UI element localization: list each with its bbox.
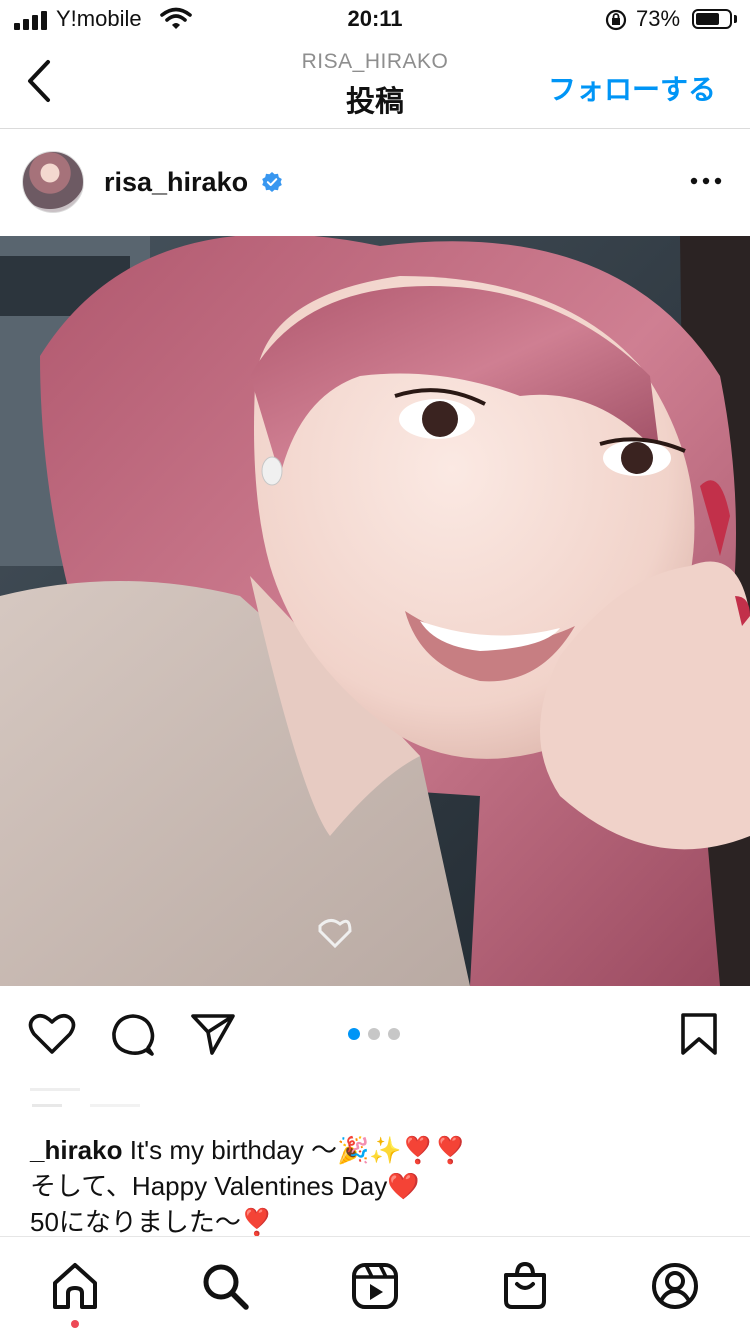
more-horizontal-icon[interactable] (690, 176, 722, 186)
avatar[interactable] (22, 151, 84, 213)
battery-icon (692, 9, 732, 29)
profile-icon[interactable] (650, 1261, 700, 1311)
post-caption: _hirako It's my birthday 〜🎉✨❣️❣️ そして、Hap… (30, 1132, 730, 1240)
post-author-row: risa_hirako (0, 129, 750, 235)
post-photo-illustration (0, 236, 750, 986)
author-username[interactable]: risa_hirako (104, 167, 248, 198)
search-icon[interactable] (200, 1261, 250, 1311)
caption-username[interactable]: _hirako (30, 1135, 123, 1165)
carousel-indicator (348, 1028, 400, 1040)
bottom-tab-bar (0, 1236, 750, 1335)
notification-dot (71, 1320, 79, 1328)
post-header-bar: RISA_HIRAKO 投稿 フォローする (0, 40, 750, 129)
status-bar: Y!mobile 20:11 73% (0, 0, 750, 40)
comment-icon[interactable] (110, 1012, 156, 1058)
battery-percent: 73% (636, 6, 681, 31)
carousel-dot (368, 1028, 380, 1040)
carousel-dot (348, 1028, 360, 1040)
likes-line-obscured (30, 1088, 140, 1107)
heart-icon[interactable] (28, 1012, 76, 1056)
post-image[interactable] (0, 236, 750, 986)
caption-line: そして、Happy Valentines Day❤️ (30, 1171, 420, 1201)
send-icon[interactable] (190, 1012, 236, 1056)
verified-badge-icon (262, 172, 282, 192)
rotation-lock-icon (605, 9, 627, 31)
shop-icon[interactable] (500, 1261, 550, 1311)
reels-icon[interactable] (350, 1261, 400, 1311)
carousel-dot (388, 1028, 400, 1040)
caption-line: It's my birthday 〜🎉✨❣️❣️ (129, 1135, 467, 1165)
bookmark-icon[interactable] (680, 1012, 718, 1056)
follow-button[interactable]: フォローする (548, 68, 716, 108)
caption-line: 50になりました〜❣️ (30, 1207, 274, 1237)
post-actions (0, 986, 750, 1084)
home-icon[interactable] (50, 1261, 100, 1311)
